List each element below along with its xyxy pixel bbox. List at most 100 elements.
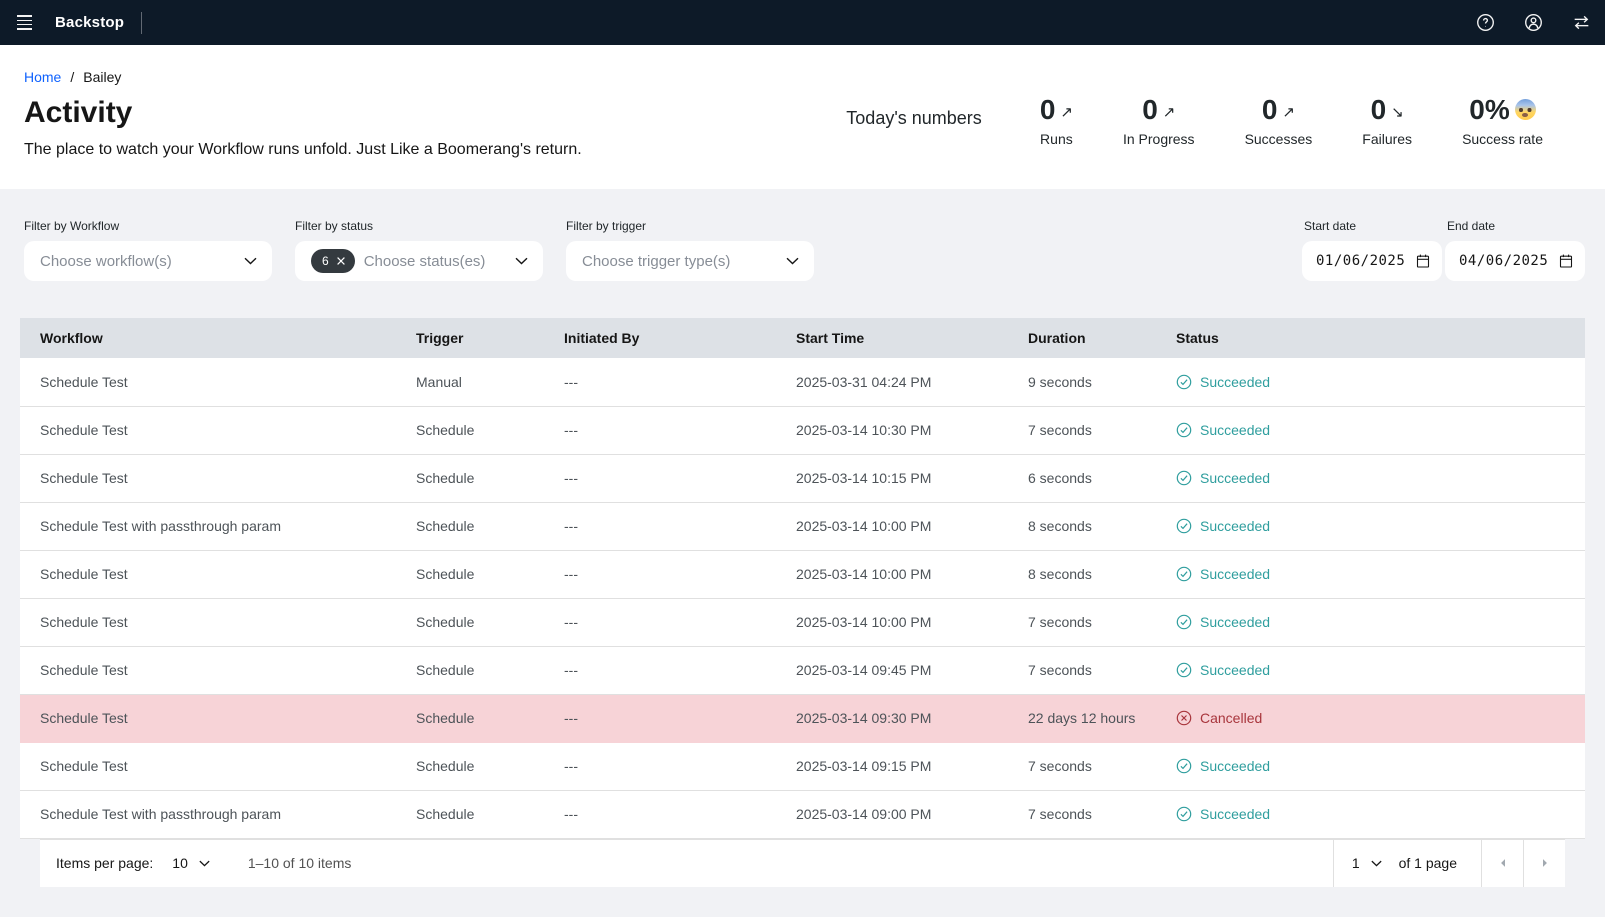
start-date-group: Start date 01/06/2025 bbox=[1302, 219, 1442, 281]
trend-down-icon: ↘ bbox=[1391, 105, 1404, 121]
cell-initiated-by: --- bbox=[548, 694, 780, 742]
cell-status: Succeeded bbox=[1160, 406, 1585, 454]
previous-page-button[interactable] bbox=[1481, 840, 1523, 887]
workflow-filter-label: Filter by Workflow bbox=[24, 219, 272, 233]
chevron-down-icon bbox=[244, 257, 257, 265]
cell-status: Succeeded bbox=[1160, 598, 1585, 646]
page-number-select[interactable]: 1 bbox=[1334, 840, 1399, 887]
cell-trigger: Schedule bbox=[400, 742, 548, 790]
chevron-down-icon bbox=[515, 257, 528, 265]
cell-start-time: 2025-03-31 04:24 PM bbox=[780, 358, 1012, 406]
table-header-row: Workflow Trigger Initiated By Start Time… bbox=[20, 318, 1585, 358]
pagination-range: 1–10 of 10 items bbox=[248, 855, 352, 871]
table-row[interactable]: Schedule Test Manual --- 2025-03-31 04:2… bbox=[20, 358, 1585, 406]
cell-duration: 9 seconds bbox=[1012, 358, 1160, 406]
status-succeeded-icon bbox=[1176, 614, 1192, 630]
cell-trigger: Schedule bbox=[400, 646, 548, 694]
pagination-bar: Items per page: 10 1–10 of 10 items 1 of… bbox=[40, 839, 1565, 887]
cell-workflow: Schedule Test bbox=[20, 598, 400, 646]
table-row[interactable]: Schedule Test Schedule --- 2025-03-14 09… bbox=[20, 742, 1585, 790]
page-count-label: of 1 page bbox=[1399, 855, 1481, 871]
cell-status: Succeeded bbox=[1160, 742, 1585, 790]
todays-numbers: Today's numbers 0↗ Runs 0↗ In Progress 0… bbox=[846, 95, 1543, 147]
status-badge: Succeeded bbox=[1176, 518, 1569, 534]
stat-success-rate-label: Success rate bbox=[1462, 131, 1543, 147]
status-succeeded-icon bbox=[1176, 422, 1192, 438]
status-badge: Succeeded bbox=[1176, 566, 1569, 582]
table-row[interactable]: Schedule Test Schedule --- 2025-03-14 10… bbox=[20, 454, 1585, 502]
table-row[interactable]: Schedule Test Schedule --- 2025-03-14 10… bbox=[20, 406, 1585, 454]
table-row[interactable]: Schedule Test Schedule --- 2025-03-14 10… bbox=[20, 598, 1585, 646]
end-date-label: End date bbox=[1445, 219, 1585, 233]
status-label: Succeeded bbox=[1200, 758, 1270, 774]
cell-initiated-by: --- bbox=[548, 454, 780, 502]
status-badge: Succeeded bbox=[1176, 614, 1569, 630]
calendar-icon[interactable] bbox=[1415, 253, 1431, 269]
cell-start-time: 2025-03-14 10:15 PM bbox=[780, 454, 1012, 502]
calendar-icon[interactable] bbox=[1558, 253, 1574, 269]
cell-start-time: 2025-03-14 09:30 PM bbox=[780, 694, 1012, 742]
cell-workflow: Schedule Test with passthrough param bbox=[20, 790, 400, 838]
trend-up-icon: ↗ bbox=[1060, 105, 1073, 121]
cell-start-time: 2025-03-14 10:00 PM bbox=[780, 550, 1012, 598]
status-label: Succeeded bbox=[1200, 614, 1270, 630]
stats-label: Today's numbers bbox=[846, 108, 982, 129]
status-succeeded-icon bbox=[1176, 566, 1192, 582]
status-badge: Succeeded bbox=[1176, 662, 1569, 678]
trigger-filter-dropdown[interactable]: Choose trigger type(s) bbox=[566, 241, 814, 281]
clear-status-filter-icon[interactable] bbox=[336, 256, 346, 266]
cell-duration: 7 seconds bbox=[1012, 406, 1160, 454]
end-date-group: End date 04/06/2025 bbox=[1445, 219, 1585, 281]
column-header-duration: Duration bbox=[1012, 318, 1160, 358]
status-badge: Succeeded bbox=[1176, 422, 1569, 438]
app-name: Backstop bbox=[55, 14, 124, 31]
cell-initiated-by: --- bbox=[548, 550, 780, 598]
status-filter-label: Filter by status bbox=[295, 219, 543, 233]
stat-successes-value: 0 bbox=[1262, 95, 1278, 124]
status-label: Succeeded bbox=[1200, 518, 1270, 534]
cell-workflow: Schedule Test bbox=[20, 406, 400, 454]
breadcrumb-home-link[interactable]: Home bbox=[24, 69, 61, 85]
cell-start-time: 2025-03-14 09:00 PM bbox=[780, 790, 1012, 838]
status-succeeded-icon bbox=[1176, 518, 1192, 534]
cell-status: Succeeded bbox=[1160, 454, 1585, 502]
status-filter-count: 6 bbox=[322, 254, 329, 268]
table-row[interactable]: Schedule Test Schedule --- 2025-03-14 09… bbox=[20, 694, 1585, 742]
items-per-page-label: Items per page: bbox=[56, 855, 153, 871]
status-filter-group: Filter by status 6 Choose status(es) bbox=[295, 219, 543, 281]
trend-up-icon: ↗ bbox=[1163, 105, 1176, 121]
status-badge: Cancelled bbox=[1176, 710, 1569, 726]
items-per-page-select[interactable]: 10 bbox=[172, 855, 210, 871]
cell-workflow: Schedule Test bbox=[20, 694, 400, 742]
next-page-button[interactable] bbox=[1523, 840, 1565, 887]
status-succeeded-icon bbox=[1176, 470, 1192, 486]
cell-duration: 7 seconds bbox=[1012, 742, 1160, 790]
help-button[interactable] bbox=[1461, 0, 1509, 45]
column-header-initiated-by: Initiated By bbox=[548, 318, 780, 358]
chevron-down-icon bbox=[199, 860, 210, 867]
start-date-value: 01/06/2025 bbox=[1316, 253, 1415, 269]
cell-trigger: Schedule bbox=[400, 790, 548, 838]
cell-start-time: 2025-03-14 10:00 PM bbox=[780, 598, 1012, 646]
status-label: Succeeded bbox=[1200, 374, 1270, 390]
table-row[interactable]: Schedule Test Schedule --- 2025-03-14 10… bbox=[20, 550, 1585, 598]
cell-initiated-by: --- bbox=[548, 742, 780, 790]
table-row[interactable]: Schedule Test with passthrough param Sch… bbox=[20, 790, 1585, 838]
workflow-filter-dropdown[interactable]: Choose workflow(s) bbox=[24, 241, 272, 281]
column-header-start-time: Start Time bbox=[780, 318, 1012, 358]
status-filter-dropdown[interactable]: 6 Choose status(es) bbox=[295, 241, 543, 281]
table-row[interactable]: Schedule Test Schedule --- 2025-03-14 09… bbox=[20, 646, 1585, 694]
cell-trigger: Schedule bbox=[400, 598, 548, 646]
table-row[interactable]: Schedule Test with passthrough param Sch… bbox=[20, 502, 1585, 550]
items-per-page-value: 10 bbox=[172, 855, 188, 871]
cell-workflow: Schedule Test bbox=[20, 454, 400, 502]
cell-duration: 8 seconds bbox=[1012, 502, 1160, 550]
start-date-input[interactable]: 01/06/2025 bbox=[1302, 241, 1442, 281]
end-date-input[interactable]: 04/06/2025 bbox=[1445, 241, 1585, 281]
status-label: Succeeded bbox=[1200, 566, 1270, 582]
status-filter-count-tag[interactable]: 6 bbox=[311, 249, 355, 273]
user-button[interactable] bbox=[1509, 0, 1557, 45]
menu-button[interactable] bbox=[0, 0, 48, 45]
page-header: Home / Bailey Activity The place to watc… bbox=[0, 45, 1605, 189]
switcher-button[interactable] bbox=[1557, 0, 1605, 45]
